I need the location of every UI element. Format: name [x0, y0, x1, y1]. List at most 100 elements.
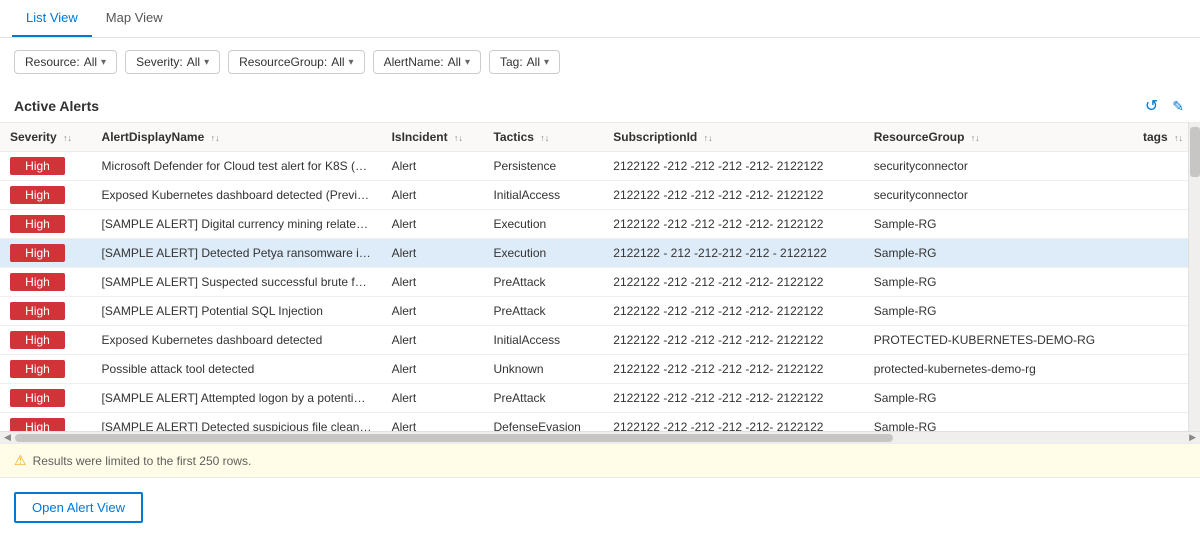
cell-alert-name: [SAMPLE ALERT] Digital currency mining r… [92, 210, 382, 239]
cell-resource-group: Sample-RG [864, 268, 1133, 297]
scrollbar-vertical[interactable] [1188, 123, 1200, 431]
cell-alert-name: [SAMPLE ALERT] Potential SQL Injection [92, 297, 382, 326]
cell-alert-name: [SAMPLE ALERT] Detected Petya ransomware… [92, 239, 382, 268]
cell-tactics: InitialAccess [483, 326, 603, 355]
table-row[interactable]: High Exposed Kubernetes dashboard detecte… [0, 181, 1200, 210]
cell-isincident: Alert [382, 239, 484, 268]
cell-tactics: Execution [483, 239, 603, 268]
open-alert-view-button[interactable]: Open Alert View [14, 492, 143, 523]
table-row[interactable]: High [SAMPLE ALERT] Digital currency mini… [0, 210, 1200, 239]
cell-severity: High [0, 181, 92, 210]
cell-isincident: Alert [382, 210, 484, 239]
cell-isincident: Alert [382, 268, 484, 297]
chevron-down-icon: ▾ [349, 57, 354, 68]
filter-tag-value: All [527, 55, 540, 69]
scrollbar-thumb [1190, 127, 1200, 177]
cell-isincident: Alert [382, 326, 484, 355]
cell-subscription-id: 2122122 - 212 -212-212 -212 - 2122122 [603, 239, 864, 268]
filter-resource-value: All [84, 55, 97, 69]
cell-severity: High [0, 239, 92, 268]
cell-subscription-id: 2122122 -212 -212 -212 -212- 2122122 [603, 268, 864, 297]
chevron-down-icon: ▾ [465, 57, 470, 68]
filter-alertname[interactable]: AlertName: All ▾ [373, 50, 481, 74]
severity-badge: High [10, 389, 65, 407]
filter-severity-label: Severity: [136, 55, 183, 69]
severity-badge: High [10, 418, 65, 431]
filter-resource-label: Resource: [25, 55, 80, 69]
table-row[interactable]: High [SAMPLE ALERT] Suspected successful … [0, 268, 1200, 297]
cell-subscription-id: 2122122 -212 -212 -212 -212- 2122122 [603, 355, 864, 384]
table-row[interactable]: High Exposed Kubernetes dashboard detecte… [0, 326, 1200, 355]
cell-alert-name: [SAMPLE ALERT] Suspected successful brut… [92, 268, 382, 297]
cell-tactics: InitialAccess [483, 181, 603, 210]
cell-alert-name: Exposed Kubernetes dashboard detected (P… [92, 181, 382, 210]
scrollbar-track [15, 433, 1185, 443]
col-subscriptionid: SubscriptionId ↑↓ [603, 123, 864, 152]
alerts-table: Severity ↑↓ AlertDisplayName ↑↓ IsIncide… [0, 123, 1200, 431]
cell-resource-group: Sample-RG [864, 210, 1133, 239]
pin-button[interactable]: ✎ [1170, 94, 1186, 118]
cell-subscription-id: 2122122 -212 -212 -212 -212- 2122122 [603, 297, 864, 326]
filter-severity-value: All [187, 55, 200, 69]
warning-icon: ⚠ [14, 452, 27, 469]
chevron-down-icon: ▾ [101, 57, 106, 68]
cell-alert-name: Possible attack tool detected [92, 355, 382, 384]
cell-resource-group: Sample-RG [864, 239, 1133, 268]
table-row[interactable]: High [SAMPLE ALERT] Potential SQL Injecti… [0, 297, 1200, 326]
cell-subscription-id: 2122122 -212 -212 -212 -212- 2122122 [603, 326, 864, 355]
severity-badge: High [10, 215, 65, 233]
table-row[interactable]: HighPossible attack tool detectedAlertUn… [0, 355, 1200, 384]
table-row[interactable]: High [SAMPLE ALERT] Attempted logon by a … [0, 384, 1200, 413]
cell-subscription-id: 2122122 -212 -212 -212 -212- 2122122 [603, 413, 864, 432]
cell-alert-name: [SAMPLE ALERT] Attempted logon by a pote… [92, 384, 382, 413]
chevron-down-icon: ▾ [204, 57, 209, 68]
cell-isincident: Alert [382, 152, 484, 181]
cell-tactics: Execution [483, 210, 603, 239]
col-resourcegroup: ResourceGroup ↑↓ [864, 123, 1133, 152]
cell-subscription-id: 2122122 -212 -212 -212 -212- 2122122 [603, 210, 864, 239]
filter-severity[interactable]: Severity: All ▾ [125, 50, 220, 74]
severity-badge: High [10, 273, 65, 291]
filter-resource[interactable]: Resource: All ▾ [14, 50, 117, 74]
cell-resource-group: securityconnector [864, 181, 1133, 210]
cell-alert-name: Exposed Kubernetes dashboard detected [92, 326, 382, 355]
tab-list-view[interactable]: List View [12, 0, 92, 37]
table-container: Severity ↑↓ AlertDisplayName ↑↓ IsIncide… [0, 122, 1200, 443]
cell-subscription-id: 2122122 -212 -212 -212 -212- 2122122 [603, 181, 864, 210]
cell-resource-group: Sample-RG [864, 384, 1133, 413]
cell-isincident: Alert [382, 181, 484, 210]
cell-resource-group: Sample-RG [864, 413, 1133, 432]
refresh-button[interactable]: ↺ [1143, 94, 1160, 118]
cell-subscription-id: 2122122 -212 -212 -212 -212- 2122122 [603, 152, 864, 181]
scrollbar-h-thumb[interactable] [15, 434, 893, 442]
filter-resourcegroup[interactable]: ResourceGroup: All ▾ [228, 50, 364, 74]
cell-resource-group: Sample-RG [864, 297, 1133, 326]
tab-map-view[interactable]: Map View [92, 0, 177, 37]
cell-subscription-id: 2122122 -212 -212 -212 -212- 2122122 [603, 384, 864, 413]
scroll-left-button[interactable]: ◀ [0, 432, 15, 444]
col-alertdisplayname: AlertDisplayName ↑↓ [92, 123, 382, 152]
cell-tactics: PreAttack [483, 268, 603, 297]
severity-badge: High [10, 302, 65, 320]
col-isincident: IsIncident ↑↓ [382, 123, 484, 152]
scrollbar-horizontal: ◀ ▶ [0, 431, 1200, 443]
table-row[interactable]: HighMicrosoft Defender for Cloud test al… [0, 152, 1200, 181]
filter-alertname-value: All [448, 55, 461, 69]
severity-badge: High [10, 186, 65, 204]
cell-isincident: Alert [382, 355, 484, 384]
cell-resource-group: PROTECTED-KUBERNETES-DEMO-RG [864, 326, 1133, 355]
scroll-right-button[interactable]: ▶ [1185, 432, 1200, 444]
filter-bar: Resource: All ▾ Severity: All ▾ Resource… [0, 38, 1200, 86]
section-action-icons: ↺ ✎ [1143, 94, 1186, 118]
section-title: Active Alerts [14, 98, 99, 114]
severity-badge: High [10, 331, 65, 349]
table-row[interactable]: High[SAMPLE ALERT] Detected Petya ransom… [0, 239, 1200, 268]
filter-tag[interactable]: Tag: All ▾ [489, 50, 560, 74]
footer-warning: ⚠ Results were limited to the first 250 … [0, 443, 1200, 477]
filter-resourcegroup-value: All [331, 55, 344, 69]
filter-resourcegroup-label: ResourceGroup: [239, 55, 327, 69]
col-tactics: Tactics ↑↓ [483, 123, 603, 152]
severity-badge: High [10, 157, 65, 175]
table-row[interactable]: High[SAMPLE ALERT] Detected suspicious f… [0, 413, 1200, 432]
cell-severity: High [0, 326, 92, 355]
